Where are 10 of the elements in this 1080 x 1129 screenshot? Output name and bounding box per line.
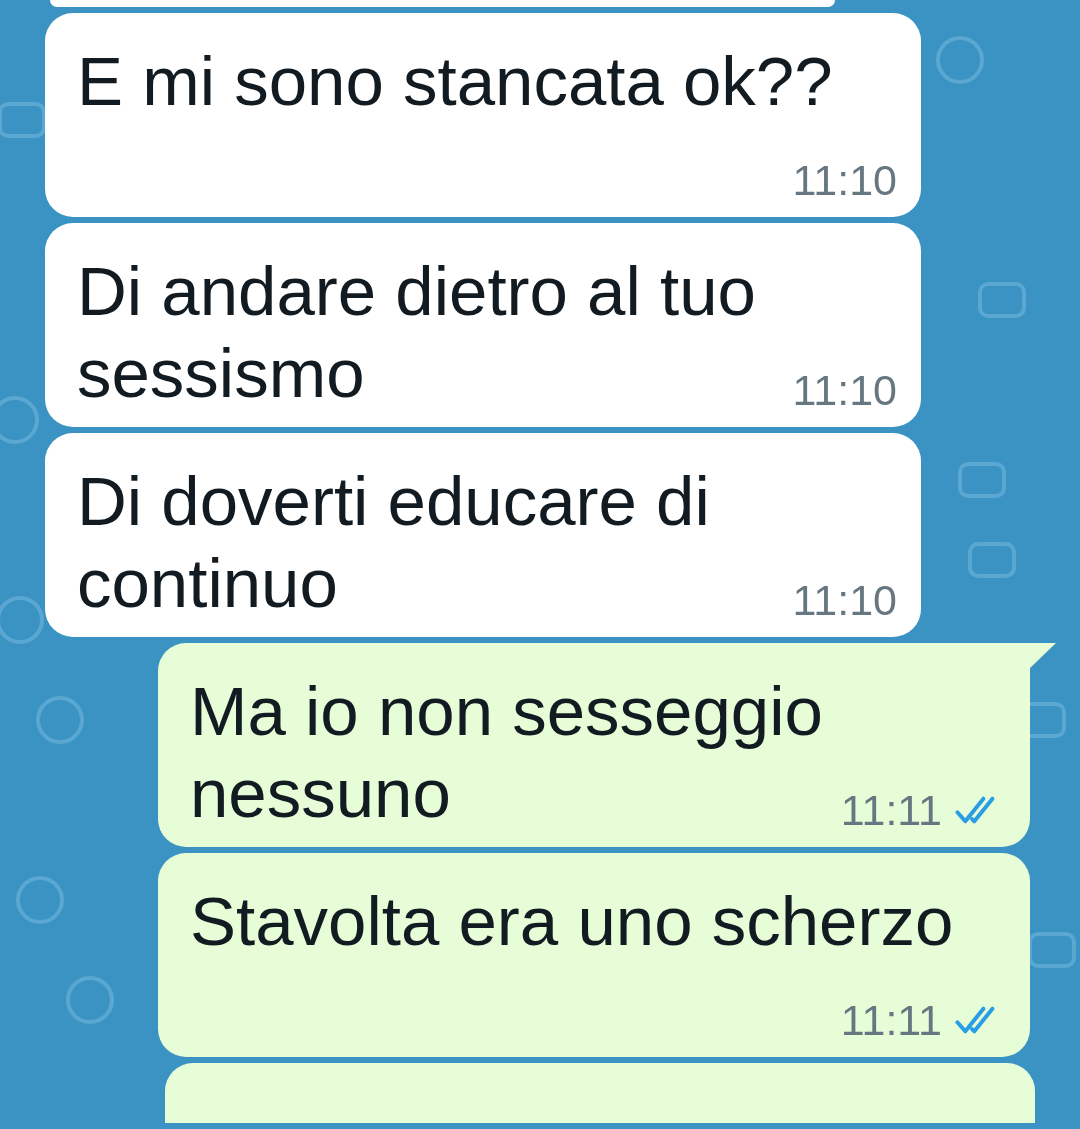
message-text: Ma io non sesseggio nessuno [190, 673, 823, 832]
message-time: 11:11 [840, 995, 942, 1045]
message-text: Stavolta era uno scherzo [190, 883, 954, 960]
message-time: 11:10 [792, 365, 897, 415]
message-text: Di andare dietro al tuo sessismo [77, 253, 756, 412]
message-time: 11:10 [792, 155, 897, 205]
message-time: 11:10 [792, 575, 897, 625]
message-time: 11:11 [840, 785, 942, 835]
message-text: Di doverti educare di continuo [77, 463, 710, 622]
message-text: E mi sono stancata ok?? [77, 43, 833, 120]
